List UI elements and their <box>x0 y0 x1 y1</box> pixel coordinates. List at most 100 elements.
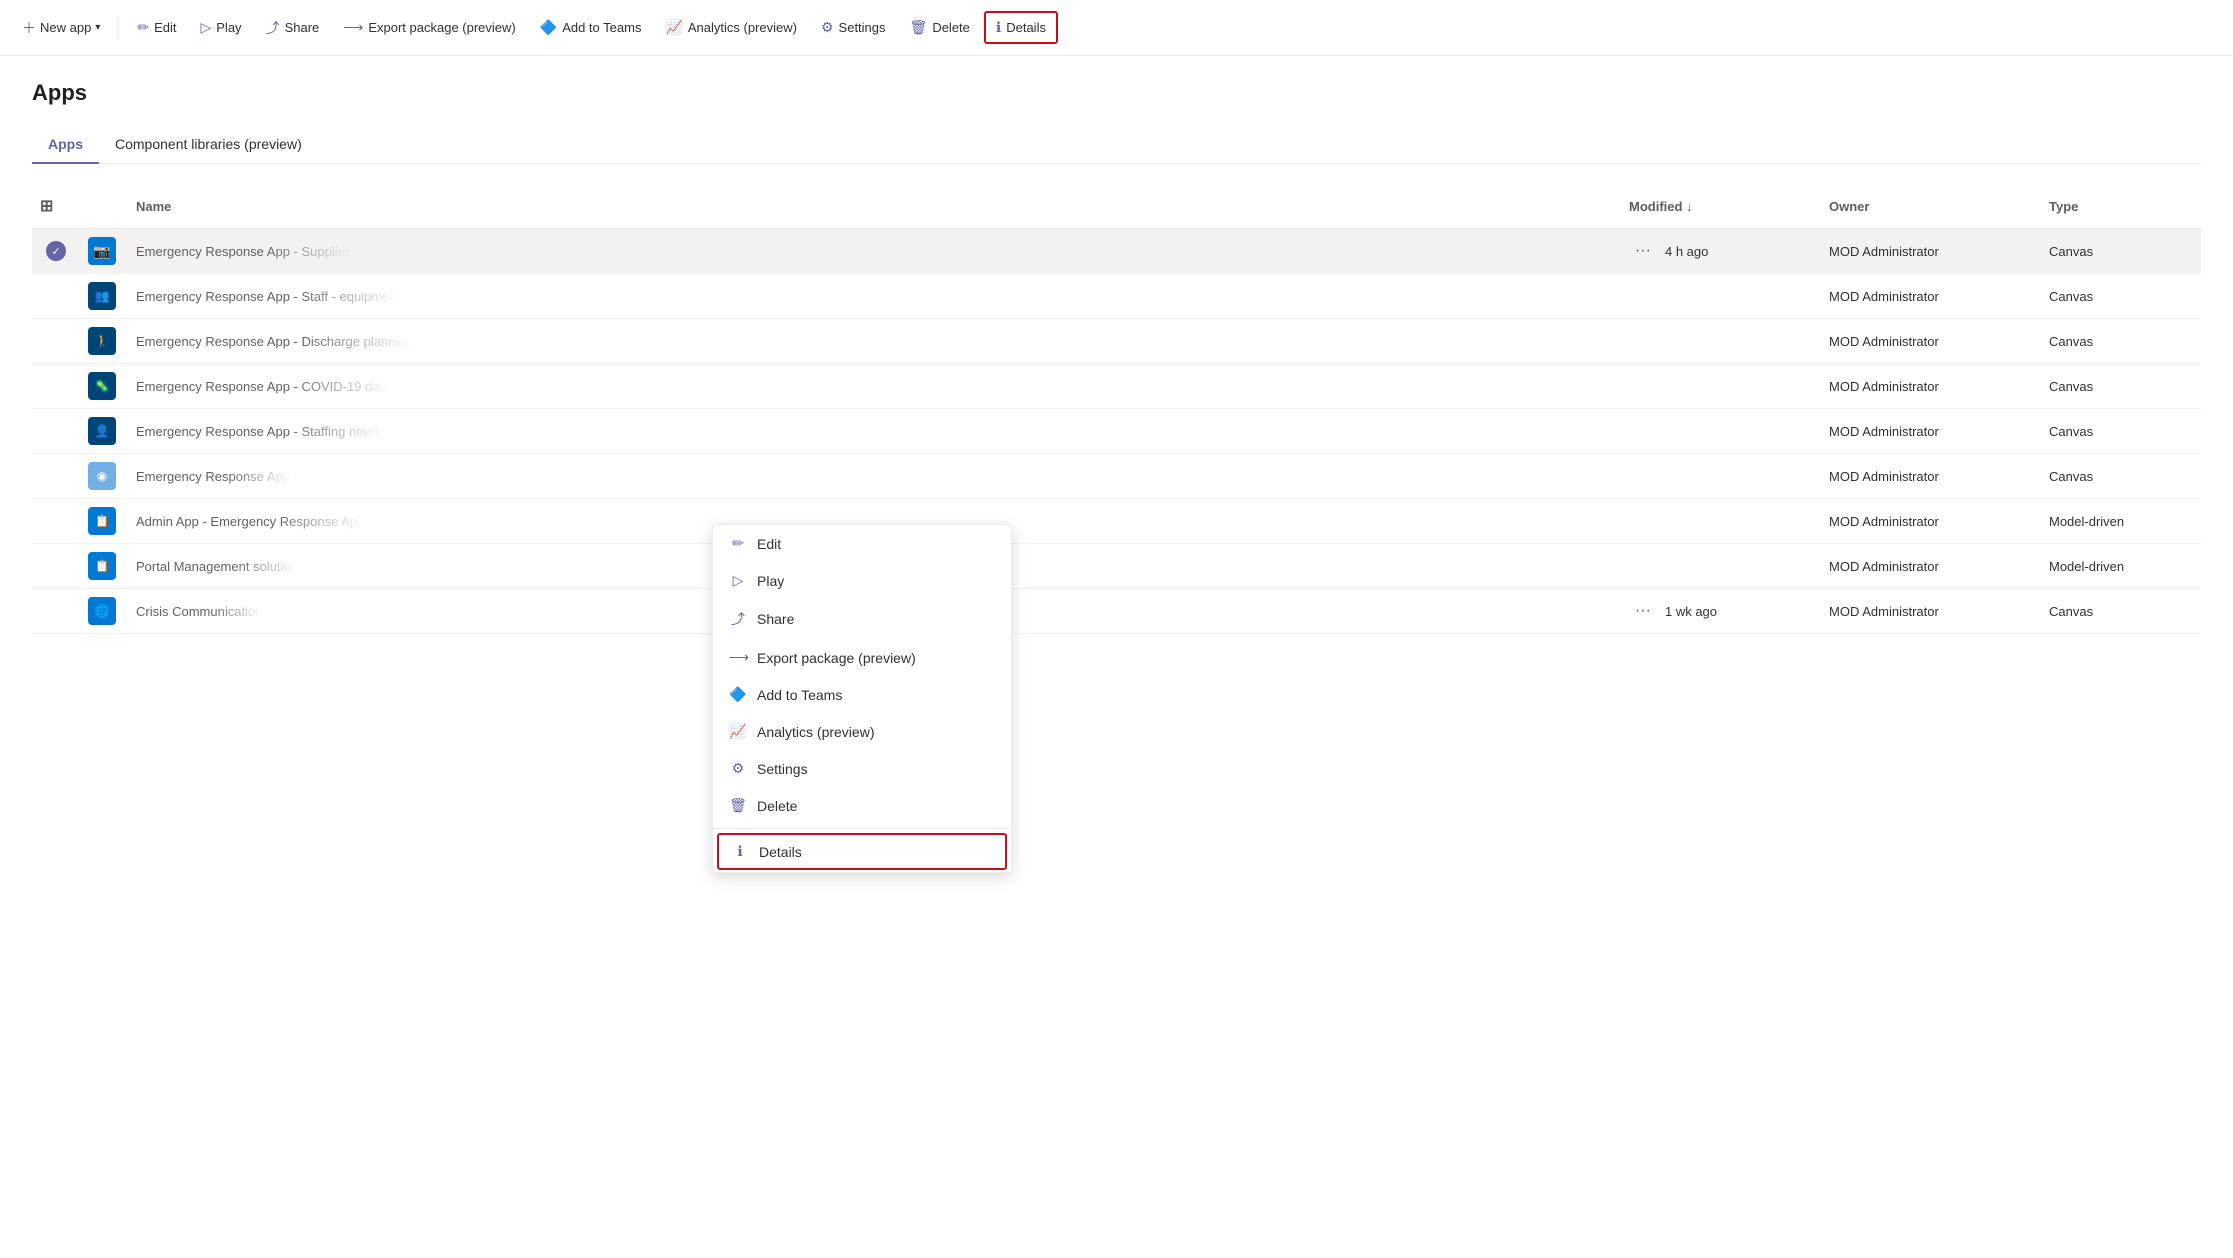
ctx-share-label: Share <box>757 611 794 627</box>
row-modified-7 <box>1621 515 1821 527</box>
settings-icon: ⚙ <box>821 19 834 36</box>
ctx-delete[interactable]: 🗑 Delete <box>713 787 1011 824</box>
row-checkbox-4[interactable] <box>32 380 80 392</box>
ctx-add-to-teams[interactable]: 🔷 Add to Teams <box>713 676 1011 713</box>
ctx-analytics-icon: 📈 <box>729 723 747 740</box>
row-modified-1: ··· 4 h ago <box>1621 234 1821 268</box>
row-checkbox-5[interactable] <box>32 425 80 437</box>
ctx-export[interactable]: ⟶ Export package (preview) <box>713 639 1011 676</box>
teams-icon: 🔷 <box>540 19 557 36</box>
row-owner-3: MOD Administrator <box>1821 328 2041 355</box>
table-row[interactable]: ✓ 📷 Emergency Response App - Supplies ··… <box>32 229 2201 274</box>
delete-icon: 🗑 <box>910 19 928 36</box>
details-button[interactable]: ℹ Details <box>984 11 1058 44</box>
row-checkbox-7[interactable] <box>32 515 80 527</box>
header-type-col[interactable]: Type <box>2041 192 2201 220</box>
tab-component-libraries[interactable]: Component libraries (preview) <box>99 126 318 164</box>
ctx-play-icon: ▷ <box>729 572 747 589</box>
row-checkbox-8[interactable] <box>32 560 80 572</box>
row-owner-4: MOD Administrator <box>1821 373 2041 400</box>
settings-button[interactable]: ⚙ Settings <box>811 13 896 42</box>
row-icon-3: 🚶 <box>80 321 128 361</box>
analytics-button[interactable]: 📈 Analytics (preview) <box>655 13 807 42</box>
row-type-1: Canvas <box>2041 238 2201 265</box>
ctx-analytics[interactable]: 📈 Analytics (preview) <box>713 713 1011 750</box>
table-row[interactable]: 🦠 Emergency Response App - COVID-19 data… <box>32 364 2201 409</box>
row-checkbox-1[interactable]: ✓ <box>32 235 80 267</box>
ctx-edit-icon: ✏ <box>729 535 747 552</box>
row-icon-8: 📋 <box>80 546 128 586</box>
edit-label: Edit <box>154 20 176 35</box>
row-name-2: Emergency Response App - Staff - equipme… <box>128 283 1621 310</box>
toolbar: ＋ New app ▾ ✏ Edit ▷ Play ⤴ Share ⟶ Expo… <box>0 0 2233 56</box>
table-row[interactable]: ◉ Emergency Response App MOD Administrat… <box>32 454 2201 499</box>
share-icon: ⤴ <box>266 18 280 38</box>
header-owner-col[interactable]: Owner <box>1821 192 2041 220</box>
header-modified-col[interactable]: Modified ↓ <box>1621 192 1821 220</box>
row-checkbox-9[interactable] <box>32 605 80 617</box>
export-label: Export package (preview) <box>368 20 515 35</box>
delete-button[interactable]: 🗑 Delete <box>900 13 980 42</box>
row-modified-3 <box>1621 335 1821 347</box>
ctx-details-label: Details <box>759 844 802 860</box>
new-app-button[interactable]: ＋ New app ▾ <box>12 12 110 44</box>
row-name-6: Emergency Response App <box>128 463 1621 490</box>
row-checkbox-6[interactable] <box>32 470 80 482</box>
delete-label: Delete <box>932 20 970 35</box>
ctx-delete-icon: 🗑 <box>729 797 747 814</box>
info-icon: ℹ <box>996 19 1001 36</box>
header-name-col[interactable]: Name <box>128 192 1621 220</box>
row-name-3: Emergency Response App - Discharge plann… <box>128 328 1621 355</box>
ctx-settings-label: Settings <box>757 761 808 777</box>
row-owner-9: MOD Administrator <box>1821 598 2041 625</box>
row-owner-7: MOD Administrator <box>1821 508 2041 535</box>
main-page: Apps Apps Component libraries (preview) … <box>0 56 2233 658</box>
add-to-teams-button[interactable]: 🔷 Add to Teams <box>530 13 652 42</box>
row-modified-6 <box>1621 470 1821 482</box>
ctx-export-label: Export package (preview) <box>757 650 916 666</box>
row-type-3: Canvas <box>2041 328 2201 355</box>
row-icon-2: 👥 <box>80 276 128 316</box>
table-row[interactable]: 👤 Emergency Response App - Staffing need… <box>32 409 2201 454</box>
row-type-6: Canvas <box>2041 463 2201 490</box>
page-title: Apps <box>32 80 2201 106</box>
row-icon-6: ◉ <box>80 456 128 496</box>
app-icon: 👤 <box>88 417 116 445</box>
app-icon: 👥 <box>88 282 116 310</box>
table-row[interactable]: 🚶 Emergency Response App - Discharge pla… <box>32 319 2201 364</box>
row-checkbox-2[interactable] <box>32 290 80 302</box>
row-owner-8: MOD Administrator <box>1821 553 2041 580</box>
edit-button[interactable]: ✏ Edit <box>127 13 186 42</box>
row-checkbox-3[interactable] <box>32 335 80 347</box>
play-button[interactable]: ▷ Play <box>190 13 251 42</box>
new-app-label: New app <box>40 20 91 35</box>
row-modified-4 <box>1621 380 1821 392</box>
share-button[interactable]: ⤴ Share <box>256 12 330 44</box>
ctx-share-icon: ⤴ <box>729 609 747 629</box>
ctx-separator <box>713 828 1011 829</box>
table-row[interactable]: 📋 Admin App - Emergency Response App MOD… <box>32 499 2201 544</box>
row-context-menu-button-1[interactable]: ··· <box>1629 240 1657 262</box>
row-type-9: Canvas <box>2041 598 2201 625</box>
export-button[interactable]: ⟶ Export package (preview) <box>333 13 525 42</box>
ctx-add-to-teams-label: Add to Teams <box>757 687 842 703</box>
ctx-edit[interactable]: ✏ Edit <box>713 525 1011 562</box>
edit-icon: ✏ <box>137 19 149 36</box>
ctx-share[interactable]: ⤴ Share <box>713 599 1011 639</box>
tab-apps[interactable]: Apps <box>32 126 99 164</box>
ctx-play[interactable]: ▷ Play <box>713 562 1011 599</box>
ctx-details-icon: ℹ <box>731 843 749 860</box>
app-icon: 📋 <box>88 507 116 535</box>
ctx-analytics-label: Analytics (preview) <box>757 724 874 740</box>
row-context-menu-button-9[interactable]: ··· <box>1629 600 1657 622</box>
table-row[interactable]: 👥 Emergency Response App - Staff - equip… <box>32 274 2201 319</box>
ctx-settings[interactable]: ⚙ Settings <box>713 750 1011 787</box>
ctx-export-icon: ⟶ <box>729 649 747 666</box>
row-owner-1: MOD Administrator <box>1821 238 2041 265</box>
row-type-2: Canvas <box>2041 283 2201 310</box>
table-row[interactable]: 🌐 Crisis Communication ··· 1 wk ago MOD … <box>32 589 2201 634</box>
table-row[interactable]: 📋 Portal Management solution MOD Adminis… <box>32 544 2201 589</box>
share-label: Share <box>285 20 320 35</box>
row-owner-6: MOD Administrator <box>1821 463 2041 490</box>
ctx-details[interactable]: ℹ Details <box>717 833 1007 870</box>
